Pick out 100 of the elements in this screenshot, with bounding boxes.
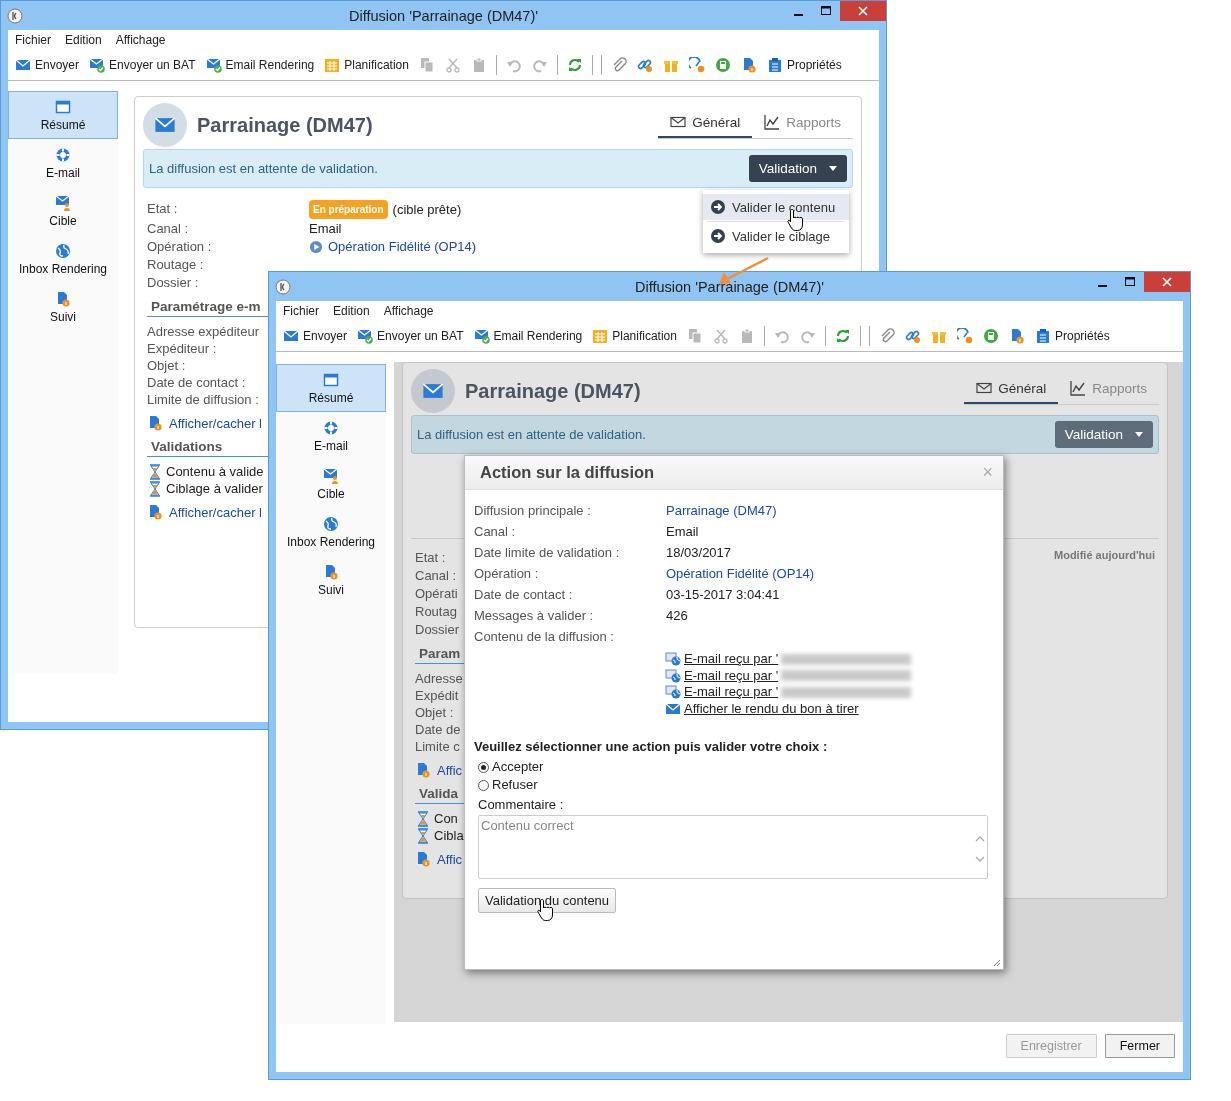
calculator-icon bbox=[982, 328, 999, 344]
caret-icon bbox=[1135, 432, 1143, 437]
scissors-icon bbox=[444, 57, 461, 73]
toolbar-button[interactable]: Envoyer un BAT bbox=[87, 57, 198, 73]
sidebar-item[interactable]: Cible bbox=[276, 460, 386, 508]
sidebar-item[interactable]: E-mail bbox=[8, 139, 118, 187]
menu-item[interactable]: Fichier bbox=[15, 33, 51, 47]
toolbar-button[interactable]: Email Rendering bbox=[471, 328, 585, 344]
field-label: Date de contact : bbox=[147, 374, 246, 391]
close-icon bbox=[858, 6, 868, 16]
lifebuoy-icon bbox=[323, 420, 339, 436]
gauge-icon bbox=[956, 328, 973, 344]
field-value: 426 bbox=[666, 607, 688, 625]
operation-link[interactable]: Opération Fidélité (OP14) bbox=[328, 238, 477, 255]
menu-item[interactable]: Affichage bbox=[383, 304, 434, 318]
validate-button[interactable]: Validation du contenu bbox=[478, 888, 617, 913]
redo-icon bbox=[531, 57, 548, 73]
field-label: Opération : bbox=[474, 565, 540, 583]
validation-button[interactable]: Validation bbox=[1054, 421, 1153, 448]
toolbar-button[interactable] bbox=[954, 328, 975, 344]
sidebar-item[interactable]: Inbox Rendering bbox=[8, 235, 118, 283]
play-icon bbox=[309, 239, 323, 254]
field-label: Date de contact : bbox=[474, 586, 574, 604]
redo-icon bbox=[799, 328, 816, 344]
toolbar-button[interactable]: Email Rendering bbox=[203, 57, 317, 73]
toolbar-button[interactable]: Propriétés bbox=[764, 57, 844, 73]
field-label: Messages à valider : bbox=[474, 607, 595, 625]
footer-button[interactable]: Fermer bbox=[1104, 1034, 1175, 1058]
sidebar-item[interactable]: Cible bbox=[8, 187, 118, 235]
document-icon bbox=[415, 851, 431, 867]
toggle-link[interactable]: Affic bbox=[437, 762, 463, 778]
page-title: Parrainage (DM47) bbox=[197, 113, 374, 137]
resize-grip[interactable] bbox=[993, 959, 1001, 967]
app-icon bbox=[275, 278, 291, 295]
sidebar-item[interactable]: Suivi bbox=[276, 556, 386, 604]
toolbar-button[interactable] bbox=[686, 57, 707, 73]
field-label: Routage : bbox=[147, 256, 204, 273]
banner-text: La diffusion est en attente de validation. bbox=[149, 161, 378, 176]
refresh-icon bbox=[834, 328, 851, 344]
status-badge: En préparation bbox=[309, 200, 388, 219]
tab[interactable]: Général bbox=[658, 110, 753, 138]
monitor-icon bbox=[665, 684, 681, 701]
envelope-check-icon bbox=[89, 57, 106, 73]
sidebar-item[interactable]: Résumé bbox=[276, 364, 386, 412]
menu-item[interactable]: Edition bbox=[333, 304, 370, 318]
envelope-outline-icon bbox=[670, 114, 687, 130]
window-title: Diffusion 'Parrainage (DM47)' bbox=[349, 7, 538, 24]
menu-item[interactable]: Valider le contenu bbox=[703, 194, 849, 220]
caret-icon bbox=[829, 166, 837, 171]
tab[interactable]: Rapports bbox=[752, 110, 853, 138]
toggle-link[interactable]: Afficher/cacher l bbox=[169, 504, 262, 520]
field-value: (cible prête) bbox=[392, 201, 462, 218]
field-label: Dossier bbox=[415, 621, 460, 638]
field-link[interactable]: Parrainage (DM47) bbox=[666, 500, 777, 521]
validation-item: Contenu à valide bbox=[166, 463, 264, 480]
hourglass-icon bbox=[415, 810, 431, 827]
question-text: Veuillez sélectionner une action puis valider votre choix : bbox=[474, 739, 829, 754]
envelope-icon bbox=[283, 328, 299, 344]
sidebar-item[interactable]: Résumé bbox=[8, 91, 118, 139]
undo-icon bbox=[505, 57, 522, 73]
validation-item: Ciblage à valider bbox=[166, 480, 263, 497]
scroll-arrows-icon[interactable] bbox=[974, 835, 986, 863]
field-label: Expéditeur : bbox=[147, 340, 217, 357]
proof-link[interactable]: E-mail reçu par ' bbox=[684, 651, 779, 668]
menu-item[interactable]: Edition bbox=[65, 33, 102, 47]
calendar-icon bbox=[592, 328, 609, 344]
monitor-icon bbox=[665, 651, 681, 668]
field-value: 18/03/2017 bbox=[666, 544, 732, 562]
toggle-link[interactable]: Affic bbox=[437, 851, 463, 867]
validation-button[interactable]: Validation bbox=[748, 155, 847, 182]
field-link[interactable]: Opération Fidélité (OP14) bbox=[666, 563, 815, 584]
toolbar-button[interactable]: Envoyer bbox=[13, 57, 82, 73]
field-value: 03-15-2017 3:04:41 bbox=[666, 586, 780, 604]
proof-link[interactable]: E-mail reçu par ' bbox=[684, 667, 779, 684]
comment-field[interactable]: Contenu correct bbox=[478, 815, 988, 879]
envelope-person-icon bbox=[323, 468, 339, 484]
proof-link[interactable]: Afficher le rendu du bon à tirer bbox=[684, 700, 859, 717]
proof-link[interactable]: E-mail reçu par ' bbox=[684, 684, 779, 701]
menu-item[interactable]: Fichier bbox=[283, 304, 319, 318]
field-label: Adresse expéditeur bbox=[147, 323, 259, 340]
document-icon bbox=[147, 415, 163, 431]
field-label: Expédit bbox=[415, 687, 459, 704]
sidebar-item[interactable]: Suivi bbox=[8, 283, 118, 331]
field-label: Adresse bbox=[415, 670, 463, 687]
menu-item[interactable]: Affichage bbox=[115, 33, 166, 47]
field-label: Etat : bbox=[147, 200, 178, 217]
modified-label: Modifié aujourd'hui bbox=[1054, 549, 1155, 561]
sidebar-item[interactable]: E-mail bbox=[276, 412, 386, 460]
toolbar-button[interactable]: Envoyer bbox=[281, 328, 350, 344]
tab[interactable]: Général bbox=[964, 376, 1059, 404]
toolbar-button[interactable]: Planification bbox=[590, 328, 679, 344]
scissors-icon bbox=[712, 328, 729, 344]
radio-option[interactable]: Accepter bbox=[474, 758, 993, 776]
toolbar-button[interactable]: Envoyer un BAT bbox=[355, 328, 466, 344]
field-label: Objet : bbox=[147, 357, 186, 374]
field-label: Opération : bbox=[147, 238, 212, 255]
toggle-link[interactable]: Afficher/cacher l bbox=[169, 415, 262, 431]
toolbar-button[interactable]: Propriétés bbox=[1032, 328, 1112, 344]
sidebar-item[interactable]: Inbox Rendering bbox=[276, 508, 386, 556]
toolbar-button[interactable]: Planification bbox=[322, 57, 411, 73]
